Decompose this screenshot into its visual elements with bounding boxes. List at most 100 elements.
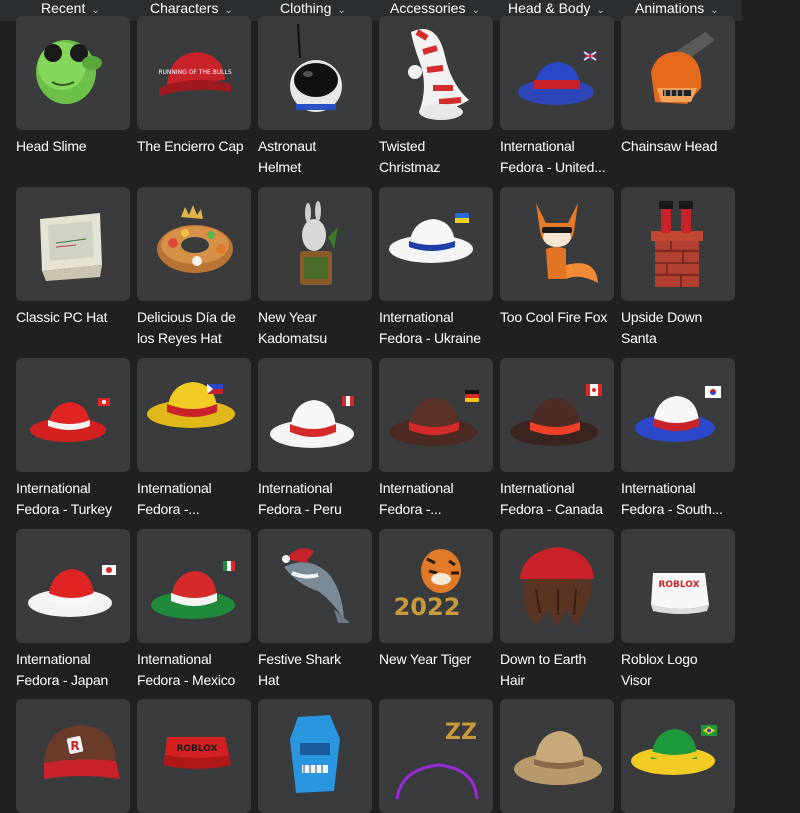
tab-label: Accessories <box>390 0 466 16</box>
candy-stripe-hat-icon <box>408 29 469 120</box>
fedora-germany-icon <box>389 390 479 446</box>
fedora-turkey-icon <box>30 398 110 442</box>
rosca-cake-hat-icon <box>157 205 233 273</box>
item-name[interactable]: International Fedora -... <box>137 478 255 520</box>
item-name[interactable]: Delicious Día de los Reyes Hat <box>137 307 255 349</box>
item-thumbnail[interactable] <box>16 529 130 643</box>
item-thumbnail[interactable] <box>16 187 130 301</box>
item-name[interactable]: International Fedora - South... <box>621 478 739 520</box>
chevron-down-icon: ⌄ <box>710 5 719 16</box>
item-thumbnail[interactable] <box>621 187 735 301</box>
fedora-korea-icon <box>635 386 721 442</box>
chevron-down-icon: ⌄ <box>471 5 480 16</box>
item-name[interactable]: New Year Kadomatsu <box>258 307 376 349</box>
tab-label: Clothing <box>280 0 332 16</box>
fire-fox-icon <box>536 203 598 283</box>
item-name[interactable]: Head Slime <box>16 136 134 157</box>
tiger-year-text: 2022 <box>394 593 461 621</box>
item-thumbnail[interactable] <box>500 358 614 472</box>
zzz-headband-icon: ZZ <box>395 720 479 800</box>
chevron-down-icon: ⌄ <box>91 5 100 16</box>
zzz-text: ZZ <box>445 720 477 745</box>
svg-text:R: R <box>70 739 79 753</box>
item-thumbnail[interactable]: RUNNING OF THE BULLS <box>137 16 251 130</box>
item-thumbnail[interactable] <box>500 187 614 301</box>
item-thumbnail[interactable] <box>137 529 251 643</box>
item-name[interactable]: International Fedora - United... <box>500 136 618 178</box>
item-thumbnail[interactable] <box>500 529 614 643</box>
item-name[interactable]: Too Cool Fire Fox <box>500 307 618 328</box>
straw-cowboy-hat-icon <box>514 731 602 785</box>
item-name[interactable]: The Encierro Cap <box>137 136 255 157</box>
tab-label: Head & Body <box>508 0 591 16</box>
beanie-hair-icon <box>520 547 594 629</box>
item-name[interactable]: Down to Earth Hair <box>500 649 618 691</box>
blue-robot-head-icon <box>290 715 340 793</box>
item-thumbnail[interactable]: ZZ <box>379 699 493 813</box>
roblox-cap-icon: R <box>44 725 120 779</box>
item-name[interactable]: International Fedora - Turkey <box>16 478 134 520</box>
item-thumbnail[interactable] <box>258 529 372 643</box>
fedora-mexico-icon <box>151 561 235 619</box>
item-thumbnail[interactable] <box>137 187 251 301</box>
item-thumbnail[interactable] <box>500 16 614 130</box>
chevron-down-icon: ⌄ <box>596 5 605 16</box>
astronaut-helmet-icon <box>290 23 342 112</box>
tab-label: Characters <box>150 0 219 16</box>
item-name[interactable]: Upside Down Santa <box>621 307 739 349</box>
item-name[interactable]: International Fedora - Mexico <box>137 649 255 691</box>
item-thumbnail[interactable] <box>621 699 735 813</box>
chainsaw-head-icon <box>651 32 715 104</box>
festive-shark-icon <box>282 548 350 623</box>
item-thumbnail[interactable] <box>379 187 493 301</box>
item-thumbnail[interactable] <box>500 699 614 813</box>
fedora-brazil-icon <box>631 725 717 775</box>
item-thumbnail[interactable] <box>621 358 735 472</box>
item-name[interactable]: International Fedora - Ukraine <box>379 307 497 349</box>
tiger-2022-icon: 2022 <box>394 549 461 621</box>
chevron-down-icon: ⌄ <box>224 5 233 16</box>
item-thumbnail[interactable] <box>379 358 493 472</box>
item-thumbnail[interactable] <box>258 187 372 301</box>
item-thumbnail[interactable] <box>258 699 372 813</box>
red-cap-icon: RUNNING OF THE BULLS <box>158 52 232 96</box>
item-thumbnail[interactable] <box>621 16 735 130</box>
item-name[interactable]: International Fedora -... <box>379 478 497 520</box>
roblox-logo-text: ROBLOX <box>658 580 699 590</box>
visor-logo-text: ROBLOX <box>176 744 217 754</box>
fedora-philippines-icon <box>147 382 235 428</box>
chevron-down-icon: ⌄ <box>337 5 346 16</box>
item-thumbnail[interactable] <box>16 358 130 472</box>
item-thumbnail[interactable]: ROBLOX <box>137 699 251 813</box>
kadomatsu-rabbit-icon <box>300 201 338 285</box>
fedora-japan-icon <box>28 565 116 617</box>
item-thumbnail[interactable]: ROBLOX <box>621 529 735 643</box>
item-name[interactable]: Twisted Christmaz <box>379 136 497 178</box>
cap-text: RUNNING OF THE BULLS <box>158 69 232 76</box>
item-name[interactable]: International Fedora - Japan <box>16 649 134 691</box>
item-thumbnail[interactable] <box>16 16 130 130</box>
tab-label: Animations <box>635 0 705 16</box>
fedora-peru-icon <box>270 396 354 448</box>
item-name[interactable]: Classic PC Hat <box>16 307 134 328</box>
item-name[interactable]: Astronaut Helmet <box>258 136 376 178</box>
tab-label: Recent <box>41 0 86 16</box>
fedora-canada-icon <box>510 384 602 446</box>
pc-monitor-hat-icon <box>40 213 102 281</box>
item-name[interactable]: International Fedora - Canada <box>500 478 618 520</box>
item-thumbnail[interactable]: 2022 <box>379 529 493 643</box>
item-thumbnail[interactable] <box>258 358 372 472</box>
item-thumbnail[interactable] <box>379 16 493 130</box>
item-thumbnail[interactable] <box>258 16 372 130</box>
santa-chimney-icon <box>651 201 703 287</box>
item-name[interactable]: Roblox Logo Visor <box>621 649 739 691</box>
fedora-ukraine-icon <box>389 213 473 263</box>
item-name[interactable]: New Year Tiger <box>379 649 497 670</box>
item-name[interactable]: Festive Shark Hat <box>258 649 376 691</box>
item-name[interactable]: Chainsaw Head <box>621 136 739 157</box>
roblox-red-visor-icon: ROBLOX <box>163 737 231 769</box>
item-thumbnail[interactable] <box>137 358 251 472</box>
item-thumbnail[interactable]: R <box>16 699 130 813</box>
roblox-visor-icon: ROBLOX <box>651 573 709 614</box>
item-name[interactable]: International Fedora - Peru <box>258 478 376 520</box>
